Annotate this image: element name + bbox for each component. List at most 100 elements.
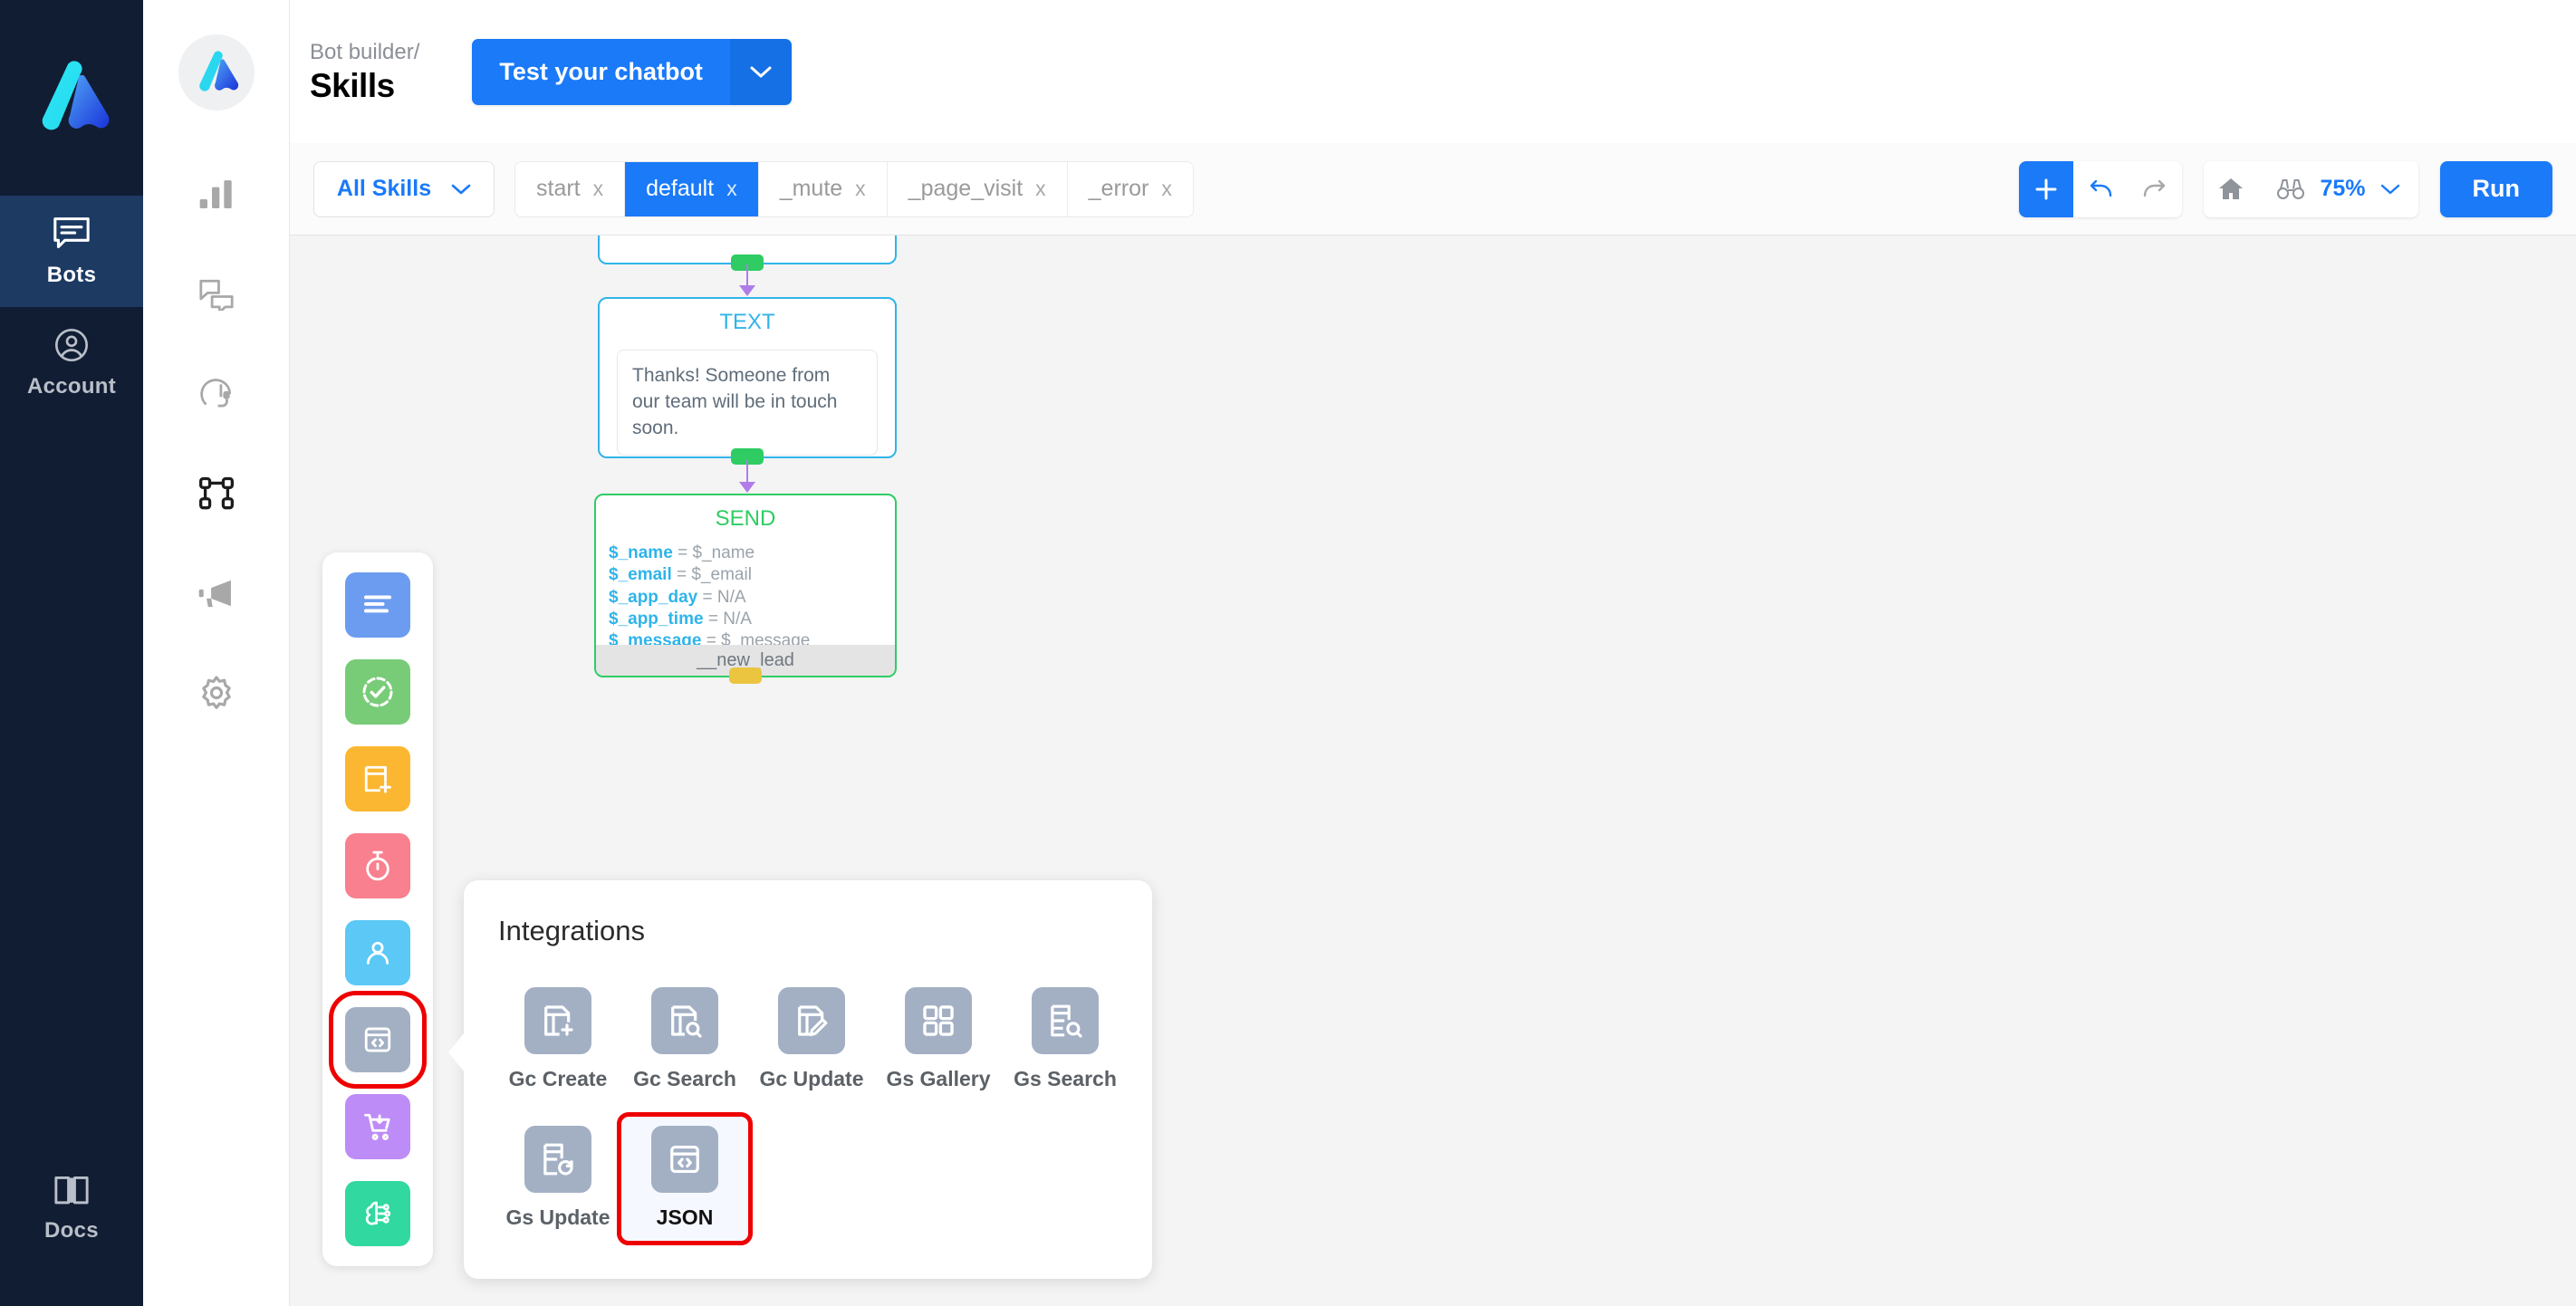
close-icon[interactable]: x — [1035, 177, 1046, 201]
flow-node-partial-text: Saved to: $_message — [600, 235, 895, 237]
plus-icon — [2033, 177, 2059, 202]
sidebar-item-docs-label: Docs — [44, 1217, 99, 1243]
palette-button-text[interactable] — [345, 572, 410, 638]
binoculars-icon — [2276, 178, 2305, 201]
variable-row: $_name = $_name — [609, 543, 755, 562]
sidebar-item-settings[interactable] — [143, 643, 290, 743]
user-circle-icon — [53, 327, 90, 363]
tab-mute-label: _mute — [779, 176, 843, 201]
integrations-grid: Gc Create Gc Search Gc Update Gs Gallery… — [464, 947, 1152, 1245]
brand-logo-icon — [178, 34, 255, 110]
palette-button-integrations[interactable] — [329, 991, 427, 1089]
page-header: Bot builder/ Skills Test your chatbot — [290, 0, 2576, 143]
close-icon[interactable]: x — [855, 177, 866, 201]
palette-button-form[interactable] — [345, 746, 410, 811]
home-icon — [2218, 178, 2244, 201]
breadcrumb-parent: Bot builder/ — [310, 39, 420, 64]
secondary-icon-sidebar — [143, 0, 290, 1306]
integration-card-gs-update[interactable]: Gs Update — [495, 1117, 621, 1241]
sidebar-item-account[interactable]: Account — [0, 307, 143, 418]
integrations-panel: Integrations Gc Create Gc Search Gc Upda… — [448, 880, 1152, 1279]
sidebar-item-bots-label: Bots — [46, 262, 97, 287]
tab-error[interactable]: _error x — [1067, 161, 1193, 216]
check-circle-dashed-icon — [361, 676, 394, 708]
edit-controls-group — [2019, 160, 2183, 217]
integrations-panel-title: Integrations — [498, 915, 645, 946]
test-chatbot-button-group[interactable]: Test your chatbot — [472, 38, 792, 105]
tab-error-label: _error — [1088, 176, 1149, 201]
palette-button-ecommerce[interactable] — [345, 1094, 410, 1159]
sidebar-item-bot-builder[interactable] — [143, 444, 290, 543]
undo-button[interactable] — [2073, 160, 2129, 217]
chevron-down-icon — [451, 183, 471, 196]
sidebar-item-livechat[interactable] — [143, 344, 290, 444]
tab-start[interactable]: start x — [515, 161, 626, 216]
close-icon[interactable]: x — [726, 177, 737, 201]
megaphone-icon — [197, 578, 235, 609]
chevron-down-icon[interactable] — [729, 38, 792, 105]
sidebar-item-account-label: Account — [26, 373, 117, 399]
stopwatch-icon — [362, 850, 393, 882]
integration-card-label: Gs Update — [505, 1205, 610, 1229]
tab-default[interactable]: default x — [625, 161, 759, 216]
sidebar-item-conversations[interactable] — [143, 245, 290, 344]
integration-card-label: JSON — [656, 1205, 714, 1229]
app-root: Bots Account Docs Bot builder/ Skills Te… — [0, 0, 2576, 1306]
bar-chart-icon — [198, 179, 235, 210]
redo-button[interactable] — [2128, 160, 2183, 217]
integration-card-label: Gc Create — [508, 1067, 608, 1090]
skills-toolbar: All Skills start x default x _mute x _pa… — [290, 143, 2576, 235]
palette-button-condition[interactable] — [345, 659, 410, 725]
breadcrumb: Bot builder/ Skills — [310, 38, 419, 106]
integration-card-gc-create[interactable]: Gc Create — [495, 978, 621, 1102]
flow-node-partial[interactable]: Saved to: $_message — [598, 235, 897, 271]
sidebar-item-analytics[interactable] — [143, 145, 290, 245]
close-icon[interactable]: x — [593, 177, 604, 201]
person-icon — [362, 937, 393, 968]
flow-node-send-variables: $_name = $_name $_email = $_email $_app_… — [596, 532, 895, 653]
integration-card-label: Gc Search — [633, 1067, 736, 1090]
close-icon[interactable]: x — [1161, 177, 1172, 201]
text-lines-icon — [361, 591, 394, 619]
integration-card-json[interactable]: JSON — [617, 1112, 753, 1245]
add-node-button[interactable] — [2019, 160, 2074, 217]
test-chatbot-button[interactable]: Test your chatbot — [472, 38, 730, 105]
workspace-logo — [143, 0, 290, 145]
redo-icon — [2141, 178, 2168, 200]
integration-card-gc-search[interactable]: Gc Search — [621, 978, 748, 1102]
sidebar-item-bots[interactable]: Bots — [0, 196, 143, 307]
variable-row: $_app_time = N/A — [609, 609, 752, 629]
doc-pencil-icon — [778, 987, 845, 1054]
all-skills-dropdown[interactable]: All Skills — [313, 160, 495, 217]
doc-plus-icon — [524, 987, 591, 1054]
node-output-port[interactable] — [729, 667, 762, 684]
sidebar-item-docs[interactable]: Docs — [0, 1153, 143, 1264]
flow-node-text[interactable]: TEXT Thanks! Someone from our team will … — [598, 297, 897, 465]
tab-mute[interactable]: _mute x — [758, 161, 888, 216]
sidebar-item-broadcast[interactable] — [143, 543, 290, 643]
flow-node-send[interactable]: SEND $_name = $_name $_email = $_email $… — [594, 494, 897, 684]
palette-button-user[interactable] — [345, 920, 410, 985]
book-icon — [53, 1175, 91, 1207]
code-window-icon — [651, 1126, 718, 1193]
integration-card-label: Gc Update — [759, 1067, 864, 1090]
flow-node-text-body[interactable]: Thanks! Someone from our team will be in… — [617, 350, 878, 456]
form-plus-icon — [362, 763, 393, 794]
integration-card-label: Gs Gallery — [886, 1067, 991, 1090]
run-button[interactable]: Run — [2439, 160, 2552, 217]
palette-button-delay[interactable] — [345, 833, 410, 898]
canvas-controls: 75% Run — [2019, 160, 2576, 217]
zoom-control[interactable]: 75% — [2258, 160, 2418, 217]
integration-card-gs-search[interactable]: Gs Search — [1002, 978, 1129, 1102]
palette-button-ai[interactable] — [345, 1181, 410, 1246]
integration-card-gc-update[interactable]: Gc Update — [748, 978, 875, 1102]
node-type-palette — [322, 552, 433, 1266]
flow-node-send-title: SEND — [715, 506, 776, 531]
sheet-search-icon — [1032, 987, 1099, 1054]
home-button[interactable] — [2204, 160, 2259, 217]
integration-card-gs-gallery[interactable]: Gs Gallery — [875, 978, 1002, 1102]
tab-page-visit[interactable]: _page_visit x — [887, 161, 1068, 216]
grid-squares-icon — [905, 987, 972, 1054]
flow-canvas[interactable]: Saved to: $_message TEXT Thanks! Someone… — [290, 235, 2576, 1306]
undo-icon — [2087, 178, 2114, 200]
